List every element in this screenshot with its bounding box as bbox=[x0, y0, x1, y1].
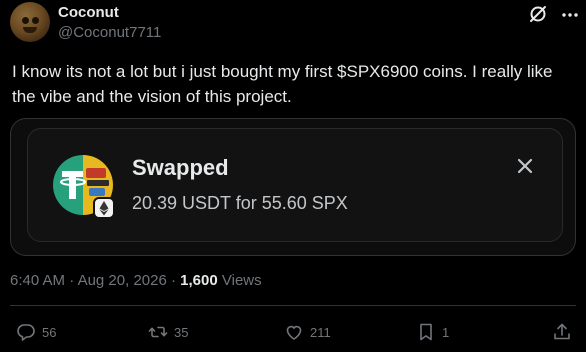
author-display-name[interactable]: Coconut bbox=[58, 4, 119, 21]
tweet-date[interactable]: Aug 20, 2026 bbox=[78, 272, 167, 289]
tweet-media[interactable]: Swapped 20.39 USDT for 55.60 SPX bbox=[10, 118, 576, 256]
divider bbox=[10, 305, 576, 306]
swap-title: Swapped bbox=[132, 155, 229, 180]
like-count: 211 bbox=[310, 324, 331, 340]
views-count: 1,600 bbox=[180, 272, 218, 289]
usdt-spx-token-icon bbox=[53, 155, 114, 219]
avatar-eye-left bbox=[22, 17, 29, 24]
views-label: Views bbox=[221, 272, 262, 289]
bookmark-button[interactable]: 1 bbox=[416, 322, 449, 342]
avatar[interactable] bbox=[10, 2, 50, 42]
bookmark-icon bbox=[420, 323, 432, 341]
like-button[interactable]: 211 bbox=[284, 322, 331, 342]
share-button[interactable] bbox=[552, 322, 572, 342]
more-options-icon[interactable] bbox=[560, 8, 580, 22]
heart-icon bbox=[286, 325, 302, 340]
repost-count: 35 bbox=[174, 324, 189, 340]
tweet-text: I know its not a lot but i just bought m… bbox=[12, 62, 553, 106]
grok-icon[interactable] bbox=[528, 4, 548, 24]
meta-separator: · bbox=[69, 272, 75, 289]
reply-icon bbox=[17, 324, 35, 341]
tweet-time[interactable]: 6:40 AM bbox=[10, 272, 65, 289]
avatar-mouth bbox=[23, 27, 37, 33]
swap-card: Swapped 20.39 USDT for 55.60 SPX bbox=[27, 128, 563, 242]
reply-count: 56 bbox=[42, 324, 57, 340]
tweet-meta: 6:40 AM · Aug 20, 2026 · 1,600 Views bbox=[10, 272, 262, 289]
reply-button[interactable]: 56 bbox=[16, 322, 56, 342]
meta-separator: · bbox=[170, 272, 176, 289]
repost-button[interactable]: 35 bbox=[148, 322, 188, 342]
avatar-eye-right bbox=[32, 17, 39, 24]
share-icon bbox=[554, 323, 570, 340]
swap-detail: 20.39 USDT for 55.60 SPX bbox=[132, 193, 348, 213]
author-handle[interactable]: @Coconut7711 bbox=[58, 24, 161, 41]
close-icon[interactable] bbox=[516, 157, 534, 175]
bookmark-count: 1 bbox=[442, 324, 450, 340]
repost-icon bbox=[148, 326, 168, 338]
